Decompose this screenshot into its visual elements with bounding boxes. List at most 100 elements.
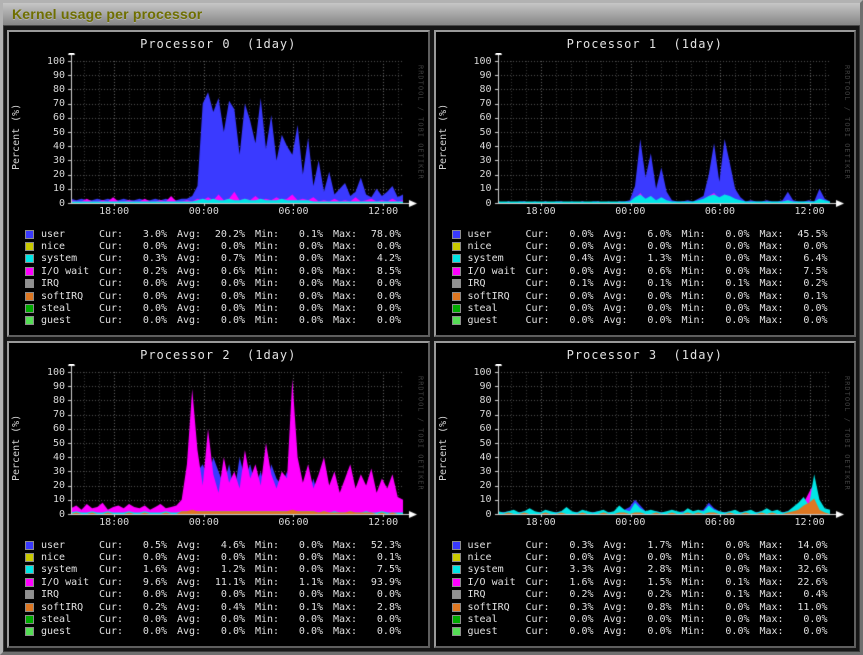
legend-stat-cur: Cur:0.0% (99, 315, 167, 326)
legend-stat-key: Min: (682, 577, 710, 588)
rrdtool-watermark: RRDTOOL / TOBI OETIKER (843, 376, 851, 491)
legend-stat-max: Max:0.0% (333, 291, 401, 302)
legend-row: stealCur:0.0%Avg:0.0%Min:0.0%Max:0.0% (452, 613, 855, 625)
legend-stat-avg: Avg:11.1% (177, 577, 245, 588)
y-tick-label: 30 (458, 155, 492, 166)
window-titlebar[interactable]: Kernel usage per processor (3, 3, 860, 26)
legend-stat-key: Max: (760, 278, 788, 289)
legend-stat-key: Avg: (604, 229, 632, 240)
legend-stat-value: 52.3% (361, 540, 401, 551)
legend-stat-cur: Cur:0.1% (526, 278, 594, 289)
rrdtool-watermark: RRDTOOL / TOBI OETIKER (843, 65, 851, 180)
legend-stat-key: Min: (255, 315, 283, 326)
legend-stat-value: 0.0% (632, 303, 672, 314)
legend-stat-cur: Cur:0.0% (526, 229, 594, 240)
legend-stat-value: 0.1% (554, 278, 594, 289)
legend-stat-value: 0.2% (788, 278, 828, 289)
legend-stat-value: 0.0% (361, 589, 401, 600)
legend-series-name: I/O wait (468, 266, 526, 277)
legend-stat-key: Max: (333, 229, 361, 240)
legend-stat-key: Avg: (604, 266, 632, 277)
legend-stat-value: 2.8% (632, 564, 672, 575)
legend-stat-value: 0.0% (710, 626, 750, 637)
legend-stat-value: 1.7% (632, 540, 672, 551)
legend-stat-avg: Avg:2.8% (604, 564, 672, 575)
legend-stat-avg: Avg:4.6% (177, 540, 245, 551)
legend-row: niceCur:0.0%Avg:0.0%Min:0.0%Max:0.1% (25, 551, 428, 563)
legend-stat-key: Min: (682, 540, 710, 551)
legend-stat-key: Max: (333, 291, 361, 302)
legend-stat-key: Cur: (526, 577, 554, 588)
legend-stat-key: Avg: (177, 589, 205, 600)
legend-stat-key: Cur: (99, 241, 127, 252)
legend-stat-min: Min:0.0% (255, 266, 323, 277)
legend-stat-max: Max:14.0% (760, 540, 828, 551)
legend-stat-key: Avg: (177, 278, 205, 289)
x-tick-label: 12:00 (795, 206, 825, 217)
legend-stat-min: Min:0.0% (682, 614, 750, 625)
x-tick-label: 12:00 (368, 517, 398, 528)
legend-stat-value: 0.1% (710, 278, 750, 289)
legend-stat-avg: Avg:1.2% (177, 564, 245, 575)
legend-stat-key: Avg: (604, 577, 632, 588)
legend-stat-cur: Cur:0.0% (99, 552, 167, 563)
legend-row: softIRQCur:0.3%Avg:0.8%Min:0.0%Max:11.0% (452, 601, 855, 613)
legend-stat-max: Max:0.0% (333, 614, 401, 625)
legend-stat-key: Min: (682, 291, 710, 302)
legend-swatch-nice (25, 553, 34, 562)
legend-stat-key: Cur: (526, 540, 554, 551)
legend-stat-key: Cur: (99, 278, 127, 289)
legend-row: guestCur:0.0%Avg:0.0%Min:0.0%Max:0.0% (25, 626, 428, 638)
legend-stat-key: Max: (760, 315, 788, 326)
y-tick-label: 70 (458, 98, 492, 109)
legend-stat-value: 9.6% (127, 577, 167, 588)
legend-stat-min: Min:0.0% (255, 589, 323, 600)
legend-stat-key: Cur: (526, 303, 554, 314)
legend-stat-value: 0.2% (554, 589, 594, 600)
legend-row: IRQCur:0.1%Avg:0.1%Min:0.1%Max:0.2% (452, 278, 855, 290)
legend-stat-min: Min:0.0% (255, 540, 323, 551)
legend-stat-value: 0.0% (554, 315, 594, 326)
legend-stat-value: 0.1% (361, 552, 401, 563)
legend-stat-value: 0.0% (554, 552, 594, 563)
legend-stat-key: Max: (760, 253, 788, 264)
y-tick-label: 0 (458, 198, 492, 209)
panel-title: Processor 0 (1day) (9, 37, 428, 51)
legend-stat-key: Min: (682, 602, 710, 613)
legend-stat-key: Avg: (604, 540, 632, 551)
legend-stat-key: Cur: (99, 253, 127, 264)
legend-stat-value: 0.4% (205, 602, 245, 613)
legend-stat-cur: Cur:0.2% (99, 602, 167, 613)
legend-stat-cur: Cur:0.0% (99, 626, 167, 637)
legend-stat-value: 0.0% (710, 315, 750, 326)
legend-stat-value: 0.3% (554, 602, 594, 613)
y-tick-label: 50 (458, 438, 492, 449)
legend-stat-avg: Avg:0.0% (177, 291, 245, 302)
y-tick-label: 30 (31, 155, 65, 166)
y-tick-label: 20 (31, 169, 65, 180)
legend: userCur:0.0%Avg:6.0%Min:0.0%Max:45.5%nic… (452, 228, 855, 327)
legend-series-name: user (468, 540, 526, 551)
legend-swatch-softirq (452, 292, 461, 301)
legend-stat-max: Max:0.0% (333, 315, 401, 326)
x-tick-label: 00:00 (615, 517, 645, 528)
legend-stat-avg: Avg:0.0% (604, 552, 672, 563)
legend-stat-min: Min:0.0% (682, 552, 750, 563)
legend-stat-key: Avg: (604, 253, 632, 264)
x-tick-label: 12:00 (368, 206, 398, 217)
legend-series-name: IRQ (41, 589, 99, 600)
legend-stat-min: Min:0.0% (682, 291, 750, 302)
legend-series-name: system (468, 253, 526, 264)
panel-title: Processor 1 (1day) (436, 37, 855, 51)
legend-stat-max: Max:0.1% (333, 552, 401, 563)
legend-stat-avg: Avg:1.3% (604, 253, 672, 264)
legend-swatch-guest (25, 316, 34, 325)
legend-stat-cur: Cur:0.2% (99, 266, 167, 277)
legend-stat-key: Avg: (177, 552, 205, 563)
legend-swatch-system (452, 254, 461, 263)
app-window: Kernel usage per processor Processor 0 (… (0, 0, 863, 655)
legend-series-name: softIRQ (468, 602, 526, 613)
legend-stat-key: Max: (760, 540, 788, 551)
legend-stat-value: 0.0% (205, 626, 245, 637)
legend-stat-value: 0.1% (283, 602, 323, 613)
